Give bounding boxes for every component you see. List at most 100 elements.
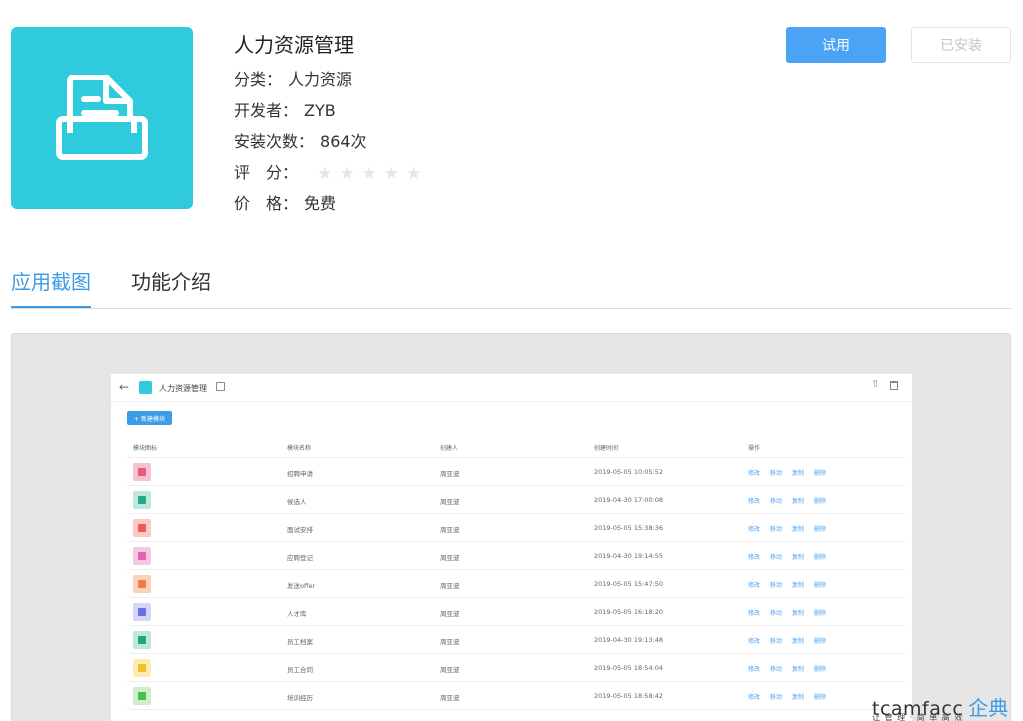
row-action: 复制	[792, 498, 805, 505]
star-icon[interactable]: ★	[362, 164, 377, 184]
category-label: 分类：	[234, 70, 283, 89]
app-title: 人力资源管理	[234, 33, 354, 57]
column-header: 模块名称	[287, 445, 312, 452]
table-header: 模块图标 模块名称 创建人 创建时间 操作	[127, 436, 905, 458]
row-action: 移动	[770, 610, 783, 617]
row-action: 修改	[748, 554, 761, 561]
tab-screenshots[interactable]: 应用截图	[11, 266, 91, 308]
trash-icon	[890, 381, 898, 390]
app-mini-icon	[139, 381, 152, 394]
installs-value: 864次	[320, 132, 367, 151]
creator: 周亚波	[440, 638, 460, 646]
row-action: 移动	[770, 694, 783, 701]
row-action: 删除	[814, 470, 827, 477]
try-button[interactable]: 试用	[786, 27, 886, 63]
row-action: 复制	[792, 554, 805, 561]
module-icon	[133, 519, 151, 537]
table-row: 发送offer 周亚波 2019-05-05 15:47:50 修改 移动 复制 删除	[127, 570, 905, 598]
row-action: 复制	[792, 610, 805, 617]
created-time: 2019-05-05 15:38:36	[594, 524, 664, 532]
row-action: 修改	[748, 526, 761, 533]
new-module-button: + 新建模块	[127, 411, 172, 425]
module-name: 招聘申请	[287, 470, 313, 478]
row-action: 移动	[770, 554, 783, 561]
module-name: 发送offer	[287, 582, 316, 590]
row-action: 复制	[792, 582, 805, 589]
row-action: 删除	[814, 694, 827, 701]
column-header: 创建人	[440, 445, 459, 452]
module-name: 应聘登记	[287, 554, 313, 562]
table-row: 培训经历 周亚波 2019-05-05 18:58:42 修改 移动 复制 删除	[127, 682, 905, 710]
module-icon	[133, 631, 151, 649]
export-icon: ⇧	[871, 379, 880, 390]
column-header: 模块图标	[133, 445, 158, 452]
category-row: 分类： 人力资源	[234, 70, 352, 90]
creator: 周亚波	[440, 610, 460, 618]
screenshot-viewer: ← 人力资源管理 ⇧ + 新建模块 模块图标 模块名称 创建人 创建时间 操作 …	[11, 333, 1011, 721]
created-time: 2019-04-30 19:14:55	[594, 552, 664, 560]
row-action: 删除	[814, 526, 827, 533]
app-icon	[11, 27, 193, 209]
row-action: 删除	[814, 554, 827, 561]
star-icon[interactable]: ★	[406, 164, 421, 184]
installed-button: 已安装	[911, 27, 1011, 63]
developer-row: 开发者： ZYB	[234, 101, 336, 121]
creator: 周亚波	[440, 694, 460, 702]
app-detail-page: 人力资源管理 分类： 人力资源 开发者： ZYB 安装次数： 864次 评 分： ★ …	[0, 0, 1023, 721]
category-value: 人力资源	[288, 70, 353, 89]
price-value: 免费	[304, 194, 337, 213]
row-action: 修改	[748, 610, 761, 617]
row-action: 复制	[792, 470, 805, 477]
row-action: 删除	[814, 610, 827, 617]
row-action: 修改	[748, 470, 761, 477]
screenshot-title: 人力资源管理	[159, 384, 207, 393]
row-action: 移动	[770, 498, 783, 505]
back-arrow-icon: ←	[119, 380, 130, 394]
creator: 周亚波	[440, 526, 460, 534]
price-row: 价 格： 免费	[234, 194, 336, 214]
row-action: 移动	[770, 666, 783, 673]
row-action: 删除	[814, 582, 827, 589]
table-row: 候选人 周亚波 2019-04-30 17:00:08 修改 移动 复制 删除	[127, 486, 905, 514]
row-action: 修改	[748, 694, 761, 701]
row-action: 复制	[792, 694, 805, 701]
module-icon	[133, 603, 151, 621]
table-row: 员工档案 周亚波 2019-04-30 19:13:48 修改 移动 复制 删除	[127, 626, 905, 654]
module-icon	[133, 659, 151, 677]
created-time: 2019-05-05 10:05:52	[594, 468, 664, 476]
module-name: 候选人	[287, 498, 307, 506]
created-time: 2019-05-05 15:47:50	[594, 580, 664, 588]
watermark-slogan: 让 管 理 · 简 单 高 效	[872, 713, 964, 721]
module-icon	[133, 687, 151, 705]
edit-icon	[216, 382, 225, 391]
module-name: 培训经历	[287, 694, 313, 702]
column-header: 操作	[748, 445, 761, 452]
tab-features[interactable]: 功能介绍	[131, 266, 211, 308]
table-row: 员工合同 周亚波 2019-05-05 18:54:04 修改 移动 复制 删除	[127, 654, 905, 682]
document-tray-icon	[56, 75, 148, 160]
table-row: 应聘登记 周亚波 2019-04-30 19:14:55 修改 移动 复制 删除	[127, 542, 905, 570]
star-icon[interactable]: ★	[384, 164, 399, 184]
module-name: 员工合同	[287, 666, 313, 674]
watermark-brand-cn: 企典	[968, 696, 1009, 720]
rating-label: 评 分：	[234, 163, 299, 182]
created-time: 2019-04-30 19:13:48	[594, 636, 664, 644]
creator: 周亚波	[440, 554, 460, 562]
star-icon[interactable]: ★	[339, 164, 354, 184]
created-time: 2019-05-05 18:58:42	[594, 692, 664, 700]
creator: 周亚波	[440, 582, 460, 590]
row-action: 修改	[748, 582, 761, 589]
table-row: 面试安排 周亚波 2019-05-05 15:38:36 修改 移动 复制 删除	[127, 514, 905, 542]
row-action: 复制	[792, 526, 805, 533]
star-icon[interactable]: ★	[317, 164, 332, 184]
created-time: 2019-05-05 18:54:04	[594, 664, 664, 672]
module-icon	[133, 547, 151, 565]
rating-stars[interactable]: ★ ★ ★ ★ ★	[317, 164, 421, 184]
creator: 周亚波	[440, 498, 460, 506]
tab-bar: 应用截图 功能介绍	[11, 260, 1011, 309]
column-header: 创建时间	[594, 445, 619, 452]
table-row: 招聘申请 周亚波 2019-05-05 10:05:52 修改 移动 复制 删除	[127, 458, 905, 486]
app-screenshot: ← 人力资源管理 ⇧ + 新建模块 模块图标 模块名称 创建人 创建时间 操作 …	[111, 374, 912, 721]
module-icon	[133, 575, 151, 593]
created-time: 2019-04-30 17:00:08	[594, 496, 664, 504]
